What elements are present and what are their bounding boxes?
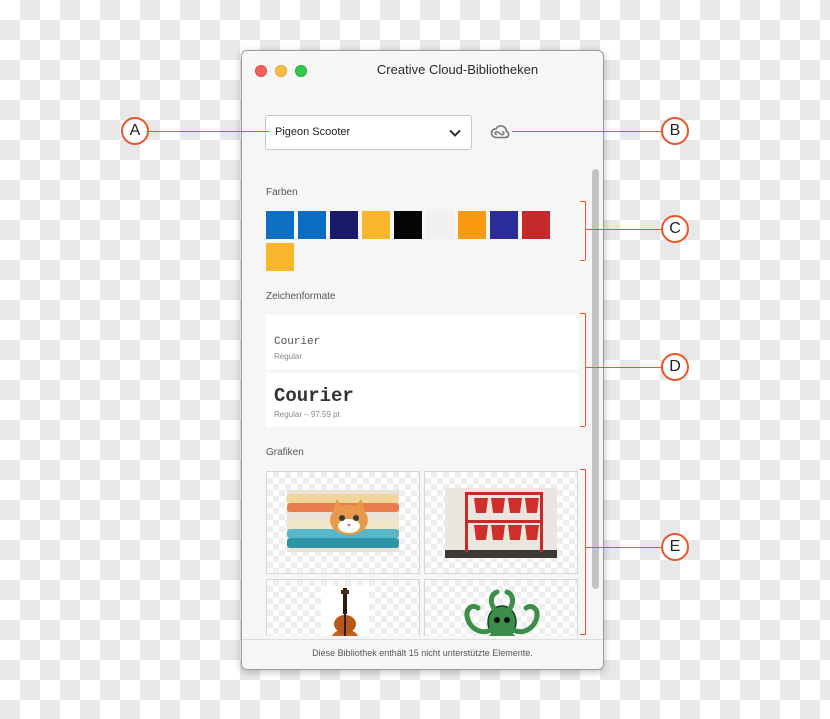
callout-d-bracket-top [580,313,585,314]
scrollbar[interactable] [592,169,600,639]
graphic-tile-fire-buckets[interactable] [424,471,578,574]
scrollbar-thumb[interactable] [592,169,599,589]
title-bar: Creative Cloud-Bibliotheken [242,51,603,89]
callout-c-bracket-top [580,201,585,202]
char-style-name: Courier [274,385,354,407]
cc-libraries-window: Creative Cloud-Bibliotheken Pigeon Scoot… [241,50,604,670]
callout-b-line [512,131,661,132]
graphic-tile-violin[interactable] [266,579,420,636]
kitten-image [287,490,399,552]
violin-image [321,586,369,636]
fire-buckets-image [445,488,557,558]
callout-e-bracket-top [580,469,585,470]
color-swatch[interactable] [330,211,358,239]
library-content: Farben Zeichenformate Courier Regular Co… [260,171,590,636]
graphic-tile-kitten[interactable] [266,471,420,574]
callout-d-bracket-bottom [580,426,585,427]
char-style-card[interactable]: Courier Regular – 97.59 pt [266,373,578,427]
callout-b: B [661,117,689,145]
library-select-value: Pigeon Scooter [275,126,351,138]
section-label-char-styles: Zeichenformate [266,291,336,302]
char-style-card[interactable]: Courier Regular [266,315,578,370]
creative-cloud-icon[interactable] [490,123,510,141]
callout-a-line [149,131,269,132]
char-style-meta: Regular – 97.59 pt [274,410,340,419]
callout-c-line [585,229,661,230]
color-swatch[interactable] [458,211,486,239]
chevron-down-icon [449,129,461,137]
char-style-name: Courier [274,336,321,348]
color-swatch[interactable] [266,243,294,271]
footer: Diese Bibliothek enthält 15 nicht unters… [242,639,603,669]
color-swatch[interactable] [298,211,326,239]
callout-e-bracket-bottom [580,634,585,635]
zoom-button[interactable] [295,65,307,77]
callout-d-bracket [585,313,586,426]
window-title: Creative Cloud-Bibliotheken [376,62,539,77]
char-style-meta: Regular [274,352,303,361]
callout-e-line [585,547,661,548]
close-button[interactable] [255,65,267,77]
callout-d-line [585,367,661,368]
callout-c: C [661,215,689,243]
library-select[interactable]: Pigeon Scooter [265,115,472,150]
color-swatch[interactable] [394,211,422,239]
color-swatch[interactable] [490,211,518,239]
octopus-image [464,589,540,636]
callout-d: D [661,353,689,381]
callout-c-bracket-bottom [580,260,585,261]
graphic-tile-octopus[interactable] [424,579,578,636]
minimize-button[interactable] [275,65,287,77]
section-label-colors: Farben [266,187,298,198]
color-swatch[interactable] [266,211,294,239]
color-swatch[interactable] [522,211,550,239]
color-swatch[interactable] [426,211,454,239]
callout-c-bracket [585,201,586,260]
callout-e: E [661,533,689,561]
footer-note: Diese Bibliothek enthält 15 nicht unters… [312,648,533,658]
callout-e-bracket [585,469,586,635]
section-label-graphics: Grafiken [266,447,304,458]
color-swatch[interactable] [362,211,390,239]
callout-a: A [121,117,149,145]
